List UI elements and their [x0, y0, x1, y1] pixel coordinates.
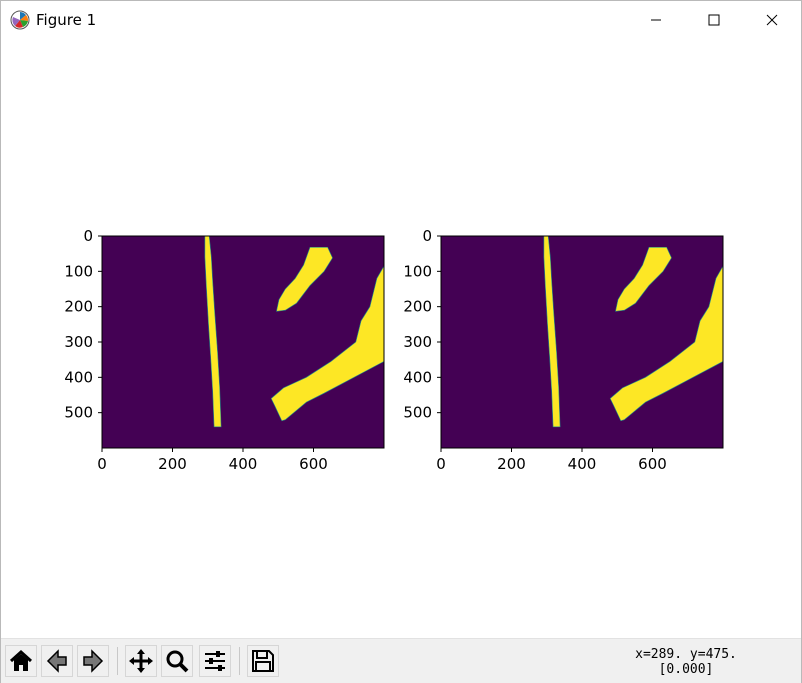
y-tick-label: 500: [403, 404, 432, 422]
cursor-coordinates-readout: x=289. y=475. [0.000]: [601, 647, 771, 677]
y-tick-label: 0: [83, 227, 93, 245]
maximize-icon: [708, 14, 720, 26]
left-image-axes: 0 200 400 600 0 100 200 300 400 500: [64, 227, 385, 473]
move-icon: [129, 649, 153, 673]
figure-plot-area[interactable]: 0 200 400 600 0 100 200 300 400 500 0 200 400 600 0 100…: [1, 39, 801, 637]
coords-value: [0.000]: [658, 662, 714, 677]
matplotlib-logo-icon: [10, 10, 30, 30]
x-tick-label: 400: [568, 455, 597, 473]
home-icon: [9, 649, 33, 671]
x-tick-label: 200: [497, 455, 526, 473]
x-tick-label: 400: [229, 455, 258, 473]
x-tick-label: 200: [158, 455, 187, 473]
minimize-button[interactable]: [627, 1, 685, 39]
home-button[interactable]: [5, 645, 37, 677]
y-tick-label: 200: [64, 298, 93, 316]
image-background: [441, 236, 723, 448]
toolbar-separator: [239, 647, 240, 675]
back-button[interactable]: [41, 645, 73, 677]
x-tick-label: 0: [436, 455, 446, 473]
window-title: Figure 1: [36, 11, 97, 29]
close-button[interactable]: [743, 1, 801, 39]
save-button[interactable]: [247, 645, 279, 677]
image-background: [102, 236, 384, 448]
coords-xy: x=289. y=475.: [635, 647, 737, 662]
pan-button[interactable]: [125, 645, 157, 677]
sliders-icon: [205, 651, 225, 671]
y-tick-label: 100: [64, 262, 93, 280]
figure-window: Figure 1 0 200 400 600 0 100 200 300 400 500 0 200 4…: [0, 0, 802, 683]
maximize-button[interactable]: [685, 1, 743, 39]
y-tick-label: 400: [64, 368, 93, 386]
floppy-disk-icon: [252, 650, 274, 672]
y-tick-label: 100: [403, 262, 432, 280]
minimize-icon: [651, 19, 661, 21]
navigation-toolbar: x=289. y=475. [0.000]: [1, 638, 801, 683]
forward-arrow-icon: [83, 649, 104, 673]
magnifier-icon: [166, 650, 189, 673]
title-bar: Figure 1: [1, 1, 801, 39]
y-tick-label: 0: [422, 227, 432, 245]
y-tick-label: 500: [64, 404, 93, 422]
y-tick-label: 300: [403, 333, 432, 351]
configure-subplots-button[interactable]: [199, 645, 231, 677]
x-tick-label: 600: [638, 455, 667, 473]
y-tick-label: 300: [64, 333, 93, 351]
close-icon: [766, 14, 778, 26]
forward-button[interactable]: [77, 645, 109, 677]
x-tick-label: 0: [97, 455, 107, 473]
toolbar-separator: [117, 647, 118, 675]
zoom-button[interactable]: [161, 645, 193, 677]
x-tick-label: 600: [299, 455, 328, 473]
y-tick-label: 400: [403, 368, 432, 386]
right-image-axes: 0 200 400 600 0 100 200 300 400 500: [403, 227, 724, 473]
y-tick-label: 200: [403, 298, 432, 316]
figure-canvas[interactable]: 0 200 400 600 0 100 200 300 400 500 0 200 400 600 0 100…: [1, 39, 801, 637]
back-arrow-icon: [46, 649, 67, 673]
